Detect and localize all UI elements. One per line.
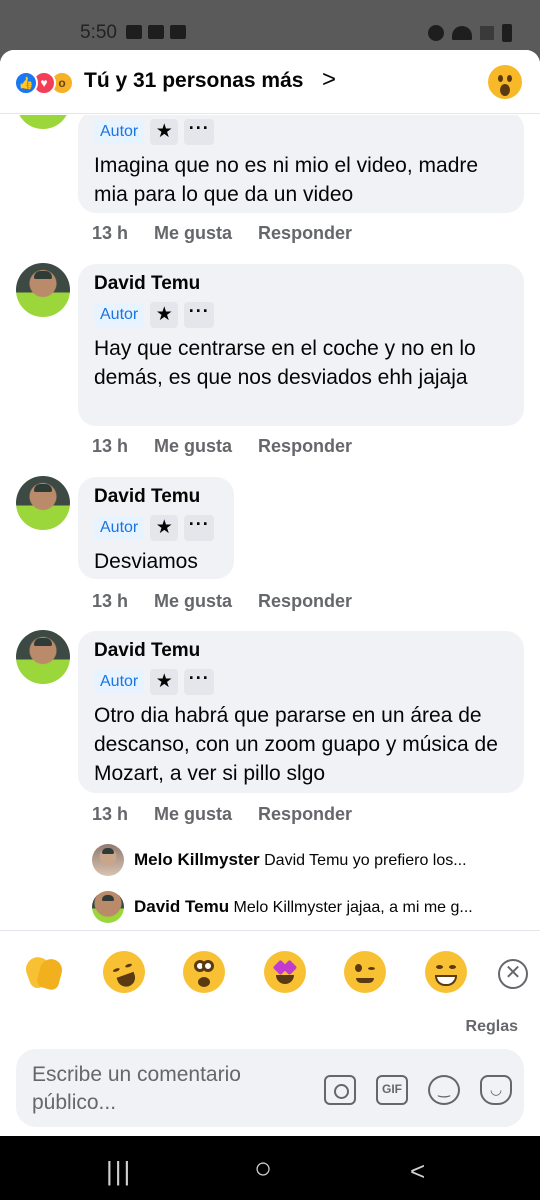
signal-icon — [480, 26, 494, 40]
author-badge: Autor — [94, 670, 145, 694]
avatar[interactable] — [16, 263, 70, 317]
status-time: 5:50 — [80, 22, 117, 43]
comment-tags: Autor ★ ··· — [94, 513, 218, 543]
recent-apps-button[interactable]: ||| — [106, 1156, 132, 1187]
comment-time: 13 h — [92, 591, 129, 611]
comments-feed[interactable]: Autor ★ ··· Imagina que no es ni mio el … — [0, 115, 540, 930]
reply-body: Melo Killmyster jajaa, a mi me g... — [233, 899, 473, 916]
comment-tags: Autor ★ ··· — [94, 667, 508, 697]
reply-preview[interactable]: Melo Killmyster David Temu yo prefiero l… — [92, 843, 522, 877]
avatar[interactable] — [16, 115, 70, 129]
battery-icon — [502, 24, 512, 42]
more-options-button[interactable]: ··· — [184, 669, 215, 695]
comment-bubble: David Temu Autor ★ ··· Desviamos — [78, 477, 234, 579]
comment-author[interactable]: David Temu — [94, 485, 218, 513]
emoji-bar: ✕ Reglas Escribe un comentario público..… — [0, 930, 540, 1127]
reactions-comments-sheet: 👍 ♥ o Tú y 31 personas más > Autor ★ ···… — [0, 50, 540, 1136]
reactions-title[interactable]: Tú y 31 personas más — [84, 69, 303, 93]
reply-button[interactable]: Responder — [258, 223, 352, 244]
comment-actions: 13 h Me gusta Responder — [92, 804, 352, 825]
avatar[interactable] — [92, 844, 124, 876]
comment-time: 13 h — [92, 223, 129, 243]
navigation-bar: ||| ○ < — [0, 1136, 540, 1200]
camera-icon[interactable] — [324, 1075, 356, 1105]
wifi-icon — [452, 26, 472, 40]
reply-button[interactable]: Responder — [258, 436, 352, 457]
comment-time: 13 h — [92, 804, 129, 824]
star-struck-icon[interactable] — [264, 951, 306, 993]
system-icons — [428, 24, 512, 42]
comment-actions: 13 h Me gusta Responder — [92, 591, 352, 612]
comment-input[interactable]: Escribe un comentario público... GIF ‿ ◡ — [16, 1049, 524, 1127]
emoji-icon[interactable]: ‿ — [428, 1075, 460, 1105]
reply-text: David Temu Melo Killmyster jajaa, a mi m… — [134, 897, 473, 917]
top-fan-star-icon[interactable]: ★ — [150, 302, 179, 328]
more-options-button[interactable]: ··· — [184, 302, 215, 328]
comment-text: Desviamos — [94, 550, 198, 573]
reply-text: Melo Killmyster David Temu yo prefiero l… — [134, 850, 467, 870]
like-button[interactable]: Me gusta — [154, 591, 232, 612]
comment-tags: Autor ★ ··· — [94, 300, 508, 330]
top-fan-star-icon[interactable]: ★ — [150, 669, 179, 695]
comment-text: Hay que centrarse en el coche y no en lo… — [94, 337, 476, 389]
astonished-face-icon[interactable] — [183, 951, 225, 993]
comment-actions: 13 h Me gusta Responder — [92, 223, 352, 244]
avatar[interactable] — [16, 630, 70, 684]
comment-time: 13 h — [92, 436, 129, 456]
like-button[interactable]: Me gusta — [154, 804, 232, 825]
more-options-button[interactable]: ··· — [184, 119, 215, 145]
more-options-button[interactable]: ··· — [184, 515, 215, 541]
comment-text: Imagina que no es ni mio el video, madre… — [94, 154, 479, 206]
rules-link[interactable]: Reglas — [466, 1018, 518, 1036]
reply-preview[interactable]: David Temu Melo Killmyster jajaa, a mi m… — [92, 890, 522, 924]
clapping-hands-icon[interactable] — [22, 951, 65, 993]
avatar[interactable] — [92, 891, 124, 923]
avatar[interactable] — [16, 476, 70, 530]
back-button[interactable]: < — [410, 1156, 425, 1187]
gif-button[interactable]: GIF — [376, 1075, 408, 1105]
top-fan-star-icon[interactable]: ★ — [150, 119, 179, 145]
like-button[interactable]: Me gusta — [154, 436, 232, 457]
twitter-icon — [148, 25, 164, 39]
comment-bubble: David Temu Autor ★ ··· Otro dia habrá qu… — [78, 631, 524, 793]
reply-author[interactable]: David Temu — [134, 897, 229, 916]
reaction-summary[interactable]: 👍 ♥ o — [14, 71, 76, 95]
comment-placeholder[interactable]: Escribe un comentario público... — [32, 1061, 312, 1117]
comment-actions: 13 h Me gusta Responder — [92, 436, 352, 457]
like-button[interactable]: Me gusta — [154, 223, 232, 244]
top-fan-star-icon[interactable]: ★ — [150, 515, 179, 541]
comment-author[interactable]: David Temu — [94, 639, 508, 667]
reply-author[interactable]: Melo Killmyster — [134, 850, 260, 869]
comment-author[interactable]: David Temu — [94, 272, 508, 300]
comment-text: Otro dia habrá que pararse en un área de… — [94, 704, 498, 785]
author-badge: Autor — [94, 120, 145, 144]
winking-face-icon[interactable] — [344, 951, 386, 993]
comment-bubble: Autor ★ ··· Imagina que no es ni mio el … — [78, 115, 524, 213]
app-icon — [170, 25, 186, 39]
home-button[interactable]: ○ — [254, 1152, 272, 1186]
notification-icons — [126, 25, 186, 39]
gallery-icon — [126, 25, 142, 39]
reply-body: David Temu yo prefiero los... — [264, 852, 467, 869]
composer-tools: GIF ‿ ◡ — [324, 1075, 512, 1105]
rolling-laughing-icon[interactable] — [97, 945, 151, 999]
close-icon[interactable]: ✕ — [498, 959, 528, 989]
reply-button[interactable]: Responder — [258, 804, 352, 825]
author-badge: Autor — [94, 303, 145, 327]
reply-button[interactable]: Responder — [258, 591, 352, 612]
comment-bubble: David Temu Autor ★ ··· Hay que centrarse… — [78, 264, 524, 426]
author-badge: Autor — [94, 516, 145, 540]
alarm-icon — [428, 25, 444, 41]
like-icon: 👍 — [14, 71, 38, 95]
sheet-header: 👍 ♥ o Tú y 31 personas más > — [0, 50, 540, 114]
comment-tags: Autor ★ ··· — [94, 117, 508, 147]
chevron-right-icon[interactable]: > — [322, 66, 336, 94]
sticker-icon[interactable]: ◡ — [480, 1075, 512, 1105]
wow-reaction-button[interactable] — [488, 65, 522, 99]
grinning-face-icon[interactable] — [425, 951, 467, 993]
